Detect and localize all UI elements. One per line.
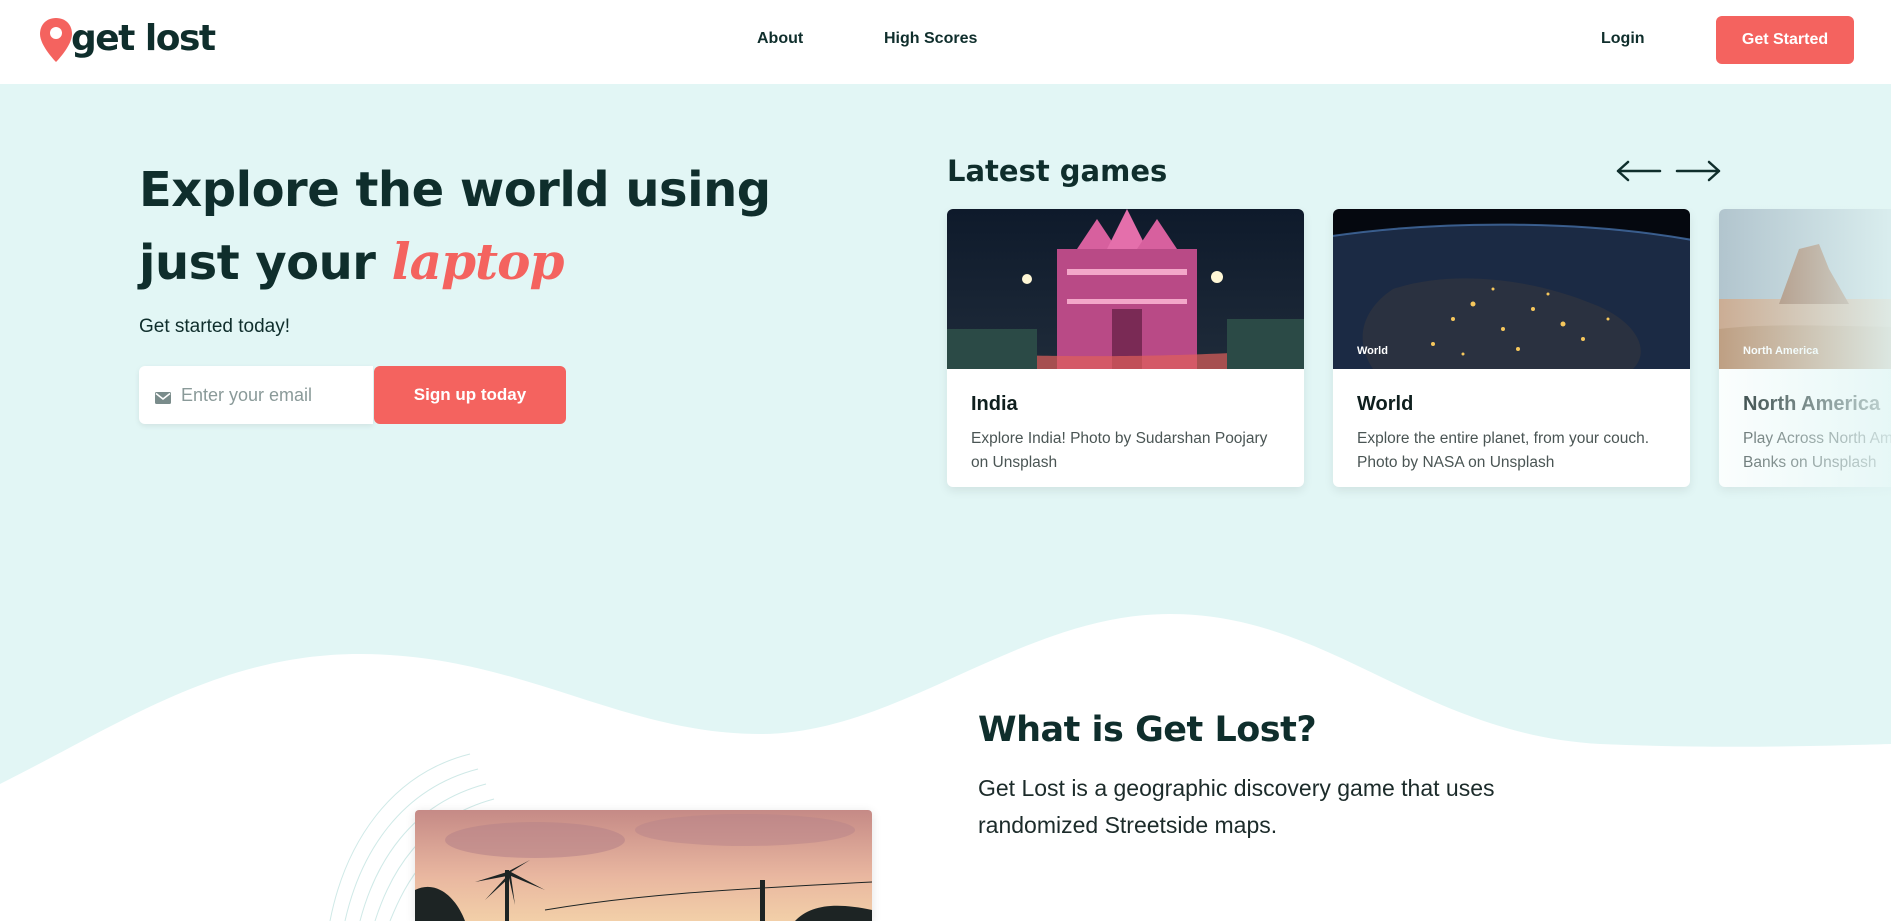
mail-icon — [155, 389, 171, 404]
get-started-button[interactable]: Get Started — [1716, 16, 1854, 64]
hero-section: Explore the world using just your laptop… — [0, 84, 1891, 921]
arrow-left-icon[interactable] — [1614, 156, 1662, 186]
game-card-title: India — [971, 393, 1018, 415]
top-nav: get lost About High Scores Login Get Sta… — [0, 0, 1891, 84]
game-card-tag: World — [1357, 345, 1388, 357]
game-card-north-america[interactable]: North America North America Play Across … — [1719, 209, 1891, 487]
what-is-description: Get Lost is a geographic discovery game … — [978, 775, 1495, 838]
email-field-wrapper — [139, 366, 373, 424]
latest-games-title: Latest games — [947, 154, 1168, 188]
streetside-photo — [415, 810, 872, 921]
hero-subline: Get started today! — [139, 316, 291, 337]
game-card-title: World — [1357, 393, 1414, 415]
headline-accent-text: laptop — [391, 232, 565, 291]
email-input[interactable] — [181, 384, 371, 406]
nav-link-about[interactable]: About — [757, 30, 803, 48]
game-card-description: Play Across North America. Photo by Fran… — [1743, 430, 1891, 471]
map-pin-icon — [38, 16, 74, 64]
signup-button[interactable]: Sign up today — [374, 366, 566, 424]
logo-link[interactable]: get lost — [38, 16, 216, 64]
logo-text: get lost — [71, 17, 216, 59]
hero-headline: Explore the world using just your laptop — [139, 154, 839, 299]
game-card-title: North America — [1743, 393, 1881, 415]
game-card-description: Explore India! Photo by Sudarshan Poojar… — [971, 430, 1268, 471]
game-card-world[interactable]: World World Explore the entire planet, f… — [1333, 209, 1690, 487]
game-card-india[interactable]: India Explore India! Photo by Sudarshan … — [947, 209, 1304, 487]
game-card-image — [947, 209, 1304, 369]
game-card-description: Explore the entire planet, from your cou… — [1357, 430, 1650, 471]
game-card-tag: North America — [1743, 345, 1819, 357]
arrow-right-icon[interactable] — [1675, 156, 1723, 186]
nav-link-high-scores[interactable]: High Scores — [884, 30, 977, 48]
login-link[interactable]: Login — [1601, 30, 1645, 48]
what-is-title: What is Get Lost? — [978, 710, 1317, 750]
